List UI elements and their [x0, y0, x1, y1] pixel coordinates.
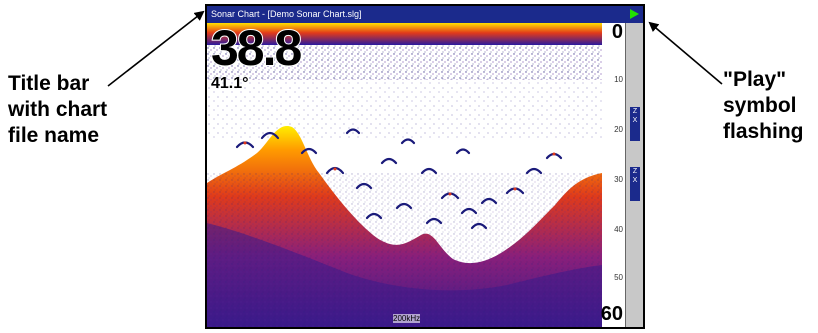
play-triangle-icon [630, 9, 639, 19]
zoom-sidebar: ZX ZX [625, 23, 643, 327]
callout-left-line-1: Title bar [8, 72, 90, 95]
zoom-in-button[interactable]: ZX [630, 107, 640, 141]
depth-scale-top: 0 [611, 21, 623, 43]
callout-play-symbol: "Play" symbol flashing [723, 67, 804, 145]
callout-left-line-3: file name [8, 124, 100, 147]
callout-right-line-1: "Play" [723, 68, 787, 91]
zoom-out-button[interactable]: ZX [630, 167, 640, 201]
sonar-chart[interactable]: 38.8 41.1° 200kHz [207, 23, 625, 327]
callout-right-line-2: symbol [723, 94, 797, 117]
temperature-readout: 41.1° [211, 75, 249, 92]
frequency-readout: 200kHz [393, 314, 421, 323]
arrow-to-play-symbol [648, 21, 723, 85]
arrow-to-title-bar [107, 10, 205, 87]
callout-right-line-3: flashing [723, 120, 804, 143]
depth-scale-bottom: 60 [600, 303, 623, 325]
depth-scale-tick: 30 [614, 175, 623, 184]
sonar-device-screen: Sonar Chart - [Demo Sonar Chart.slg] 38.… [205, 4, 645, 329]
depth-readout: 38.8 [210, 23, 303, 77]
callout-left-line-2: with chart [8, 98, 108, 121]
title-bar: Sonar Chart - [Demo Sonar Chart.slg] [207, 6, 643, 23]
callout-title-bar: Title bar with chart file name [8, 71, 107, 149]
depth-scale-tick: 50 [614, 273, 623, 282]
window-title: Sonar Chart - [Demo Sonar Chart.slg] [211, 9, 362, 19]
depth-scale-tick: 20 [614, 125, 623, 134]
depth-scale-tick: 10 [614, 75, 623, 84]
depth-scale-tick: 40 [614, 225, 623, 234]
depth-scale: 0 10 20 30 40 50 60 [599, 21, 625, 327]
